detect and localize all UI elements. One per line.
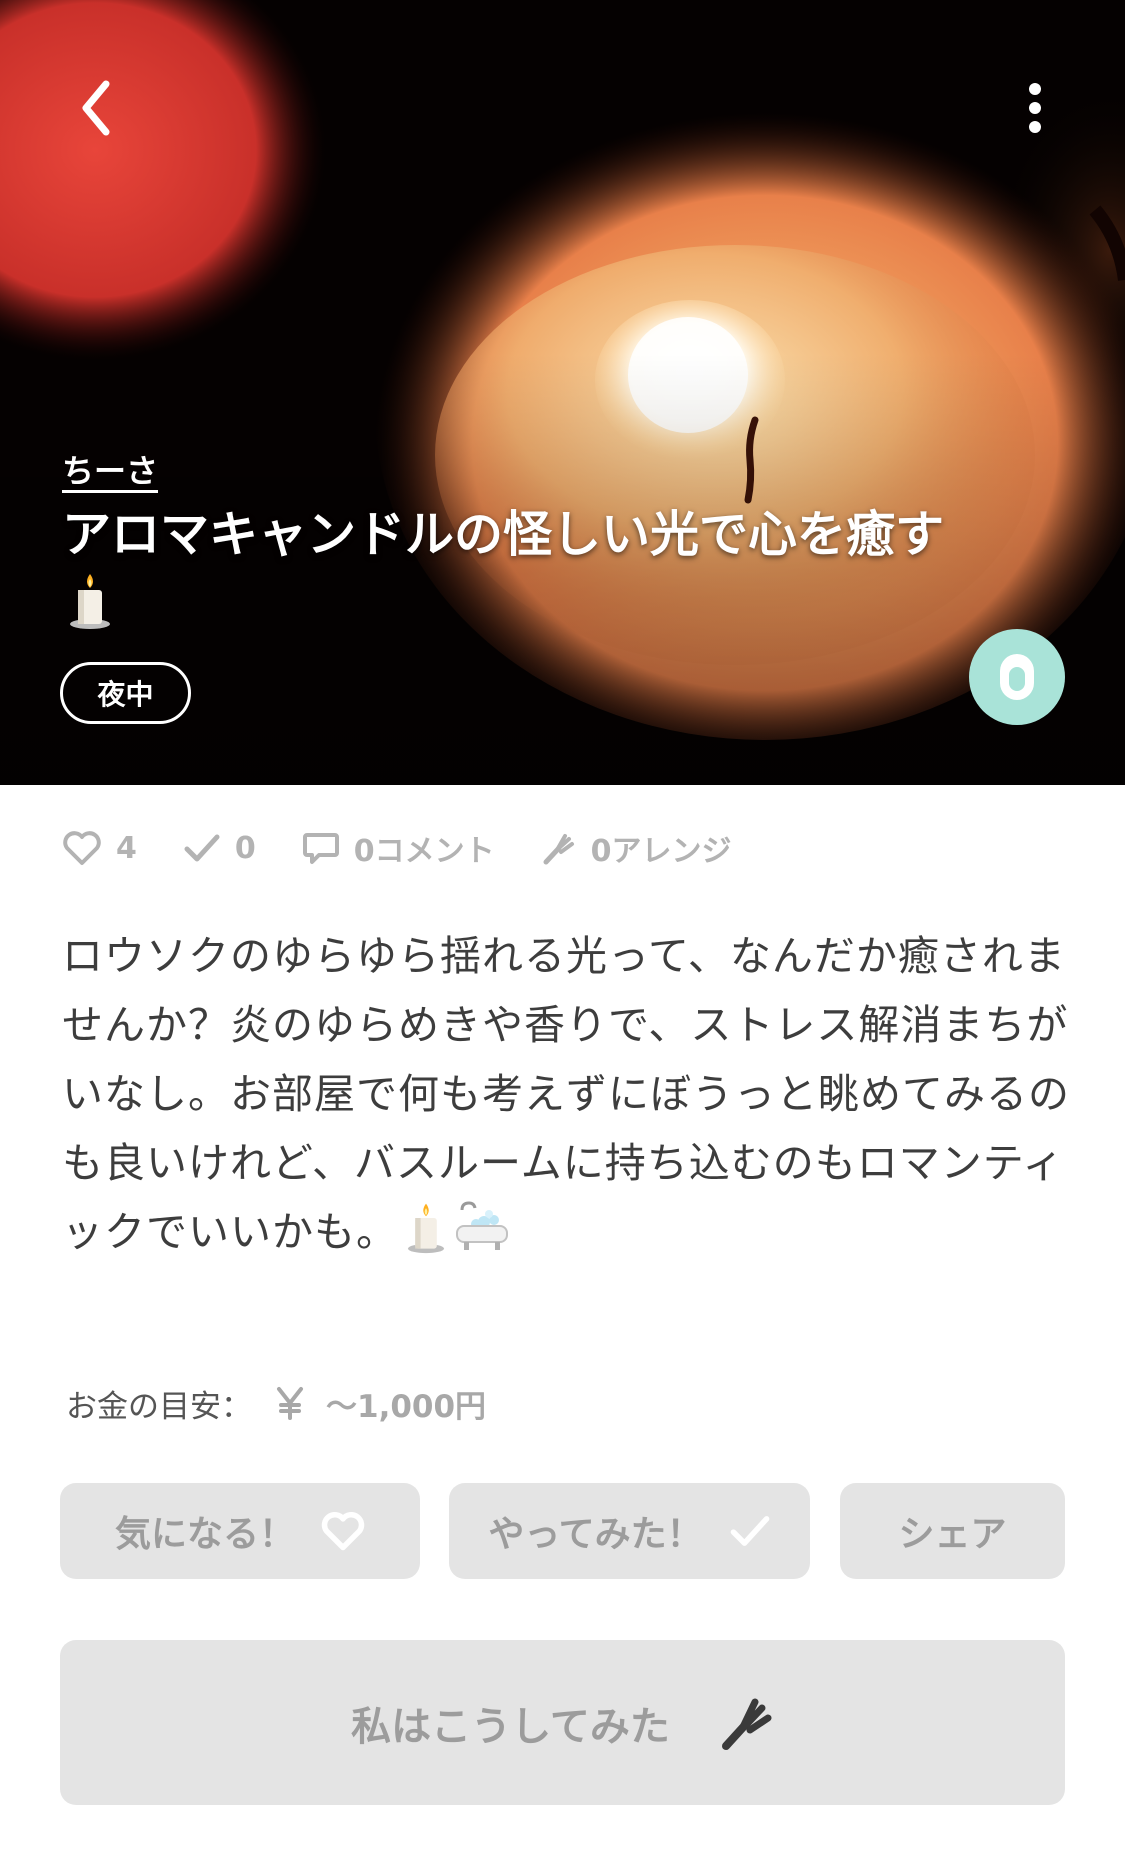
author-name[interactable]: ちーさ: [62, 446, 158, 492]
bookmark-tag-icon: [1000, 654, 1034, 700]
arrange-button[interactable]: 私はこうしてみた: [60, 1640, 1065, 1805]
comment-icon: [302, 833, 339, 864]
chevron-left-icon: [82, 80, 110, 136]
post-title: アロマキャンドルの怪しい光で心を癒す: [62, 500, 962, 649]
comment-count-value: 0コメント: [353, 834, 495, 869]
more-vertical-icon: [1029, 83, 1041, 133]
share-button-label: シェア: [898, 1514, 1007, 1555]
heart-icon: [321, 1511, 365, 1551]
done-count: 0: [183, 831, 256, 866]
like-count: 4: [62, 830, 137, 866]
tried-button[interactable]: やってみた！: [449, 1483, 810, 1579]
price-estimate: お金の目安： 〜1,000円: [66, 1378, 486, 1428]
check-icon: [184, 834, 220, 862]
share-button[interactable]: シェア: [840, 1483, 1065, 1579]
bathtub-emoji-icon: [454, 1200, 510, 1275]
heart-icon: [63, 831, 101, 865]
fork-icon: [721, 1698, 772, 1750]
post-title-text: アロマキャンドルの怪しい光で心を癒す: [62, 506, 945, 563]
candle-emoji-icon: [68, 570, 112, 649]
post-description: ロウソクのゆらゆら揺れる光って、なんだか癒されませんか？炎のゆらめきや香りで、ス…: [62, 922, 1072, 1275]
check-icon: [730, 1516, 769, 1546]
back-button[interactable]: [60, 68, 130, 148]
candle-emoji-icon: [406, 1200, 446, 1275]
arrange-count: 0アレンジ: [541, 826, 732, 870]
post-description-text: ロウソクのゆらゆら揺れる光って、なんだか癒されませんか？炎のゆらめきや香りで、ス…: [62, 932, 1070, 1256]
bookmark-fab-button[interactable]: [969, 629, 1065, 725]
fork-icon: [543, 834, 574, 865]
stats-bar: 4 0 0コメント 0アレンジ: [62, 822, 778, 874]
price-value: 〜1,000円: [326, 1388, 487, 1425]
interest-button-label: 気になる！: [114, 1514, 295, 1555]
hero-image: ちーさ アロマキャンドルの怪しい光で心を癒す 夜中: [0, 0, 1125, 785]
interest-button[interactable]: 気になる！: [60, 1483, 420, 1579]
comment-count: 0コメント: [302, 826, 495, 870]
tried-button-label: やってみた！: [488, 1514, 703, 1555]
time-tag[interactable]: 夜中: [60, 662, 191, 724]
arrange-count-value: 0アレンジ: [590, 834, 732, 869]
price-label: お金の目安：: [66, 1388, 252, 1425]
more-menu-button[interactable]: [1010, 68, 1060, 148]
yen-icon: [277, 1387, 303, 1420]
done-count-value: 0: [234, 830, 256, 866]
arrange-button-label: 私はこうしてみた: [351, 1703, 670, 1750]
like-count-value: 4: [116, 830, 137, 866]
